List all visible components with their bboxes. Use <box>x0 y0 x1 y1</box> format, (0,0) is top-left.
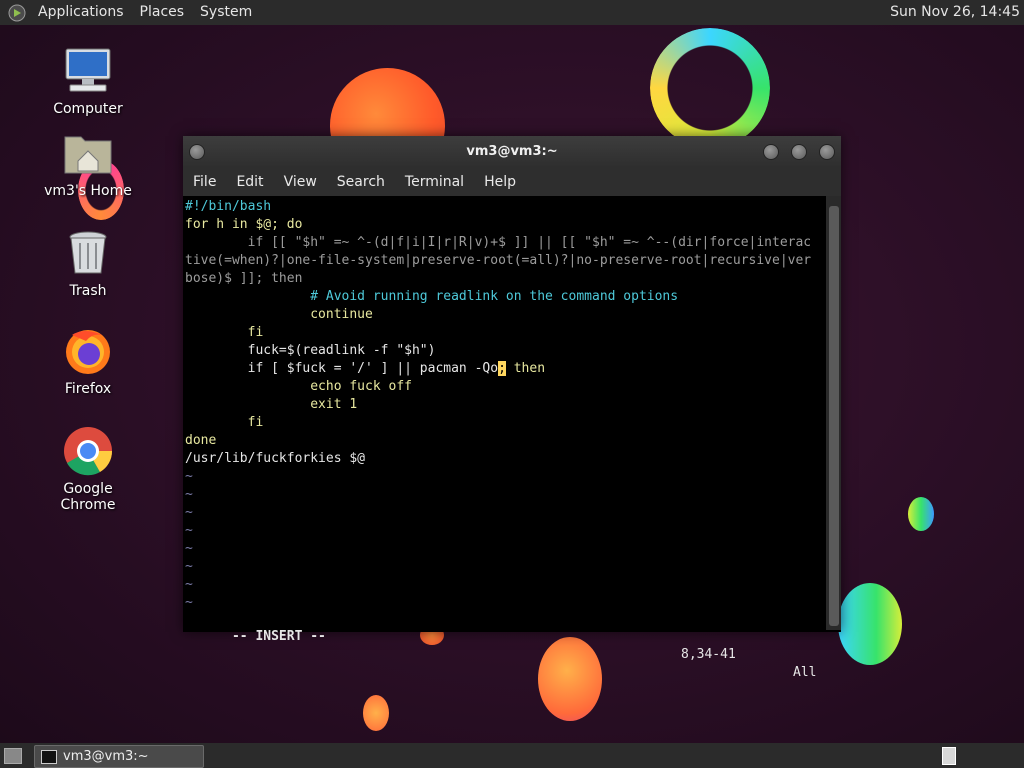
empty-line-marker: ~ <box>185 469 193 484</box>
applications-menu[interactable]: Applications <box>30 0 132 25</box>
desktop-icon-firefox[interactable]: Firefox <box>38 325 138 397</box>
menu-view[interactable]: View <box>274 174 327 190</box>
terminal-scrollbar[interactable] <box>826 196 841 630</box>
empty-line-marker: ~ <box>185 577 193 592</box>
chrome-icon <box>62 425 114 477</box>
green-dot <box>908 497 934 531</box>
vim-statusline: -- INSERT -- 8,34-41 All <box>185 610 825 700</box>
code-line: for h in $@; do <box>185 217 303 232</box>
bottom-panel: vm3@vm3:~ <box>0 743 1024 768</box>
system-menu[interactable]: System <box>192 0 260 25</box>
menu-edit[interactable]: Edit <box>226 174 273 190</box>
code-line: fi <box>185 415 264 430</box>
menu-search[interactable]: Search <box>327 174 395 190</box>
green-blue-blob <box>838 583 902 665</box>
desktop-icon-home[interactable]: vm3's Home <box>38 127 138 199</box>
cursor-position: 8,34-41 <box>681 647 736 662</box>
maximize-icon[interactable] <box>791 144 807 160</box>
scrollbar-thumb[interactable] <box>829 206 839 626</box>
desktop-icon-label: Computer <box>53 101 123 117</box>
code-line: bose)$ ]]; then <box>185 271 303 286</box>
minimize-icon[interactable] <box>763 144 779 160</box>
orange-small <box>363 695 389 731</box>
desktop-icon-label: vm3's Home <box>44 183 132 199</box>
code-line: fuck=$(readlink -f "$h") <box>185 343 436 358</box>
code-line-tail: then <box>505 361 546 376</box>
rainbow-ring <box>650 28 770 148</box>
show-desktop-icon[interactable] <box>4 748 22 764</box>
mode-indicator: -- INSERT -- <box>231 629 326 644</box>
code-line: exit 1 <box>185 397 358 412</box>
code-line: if [[ "$h" =~ ^-(d|f|i|I|r|R|v)+$ ]] || … <box>185 235 812 250</box>
menu-terminal[interactable]: Terminal <box>395 174 474 190</box>
desktop-icon-label: Trash <box>69 283 107 299</box>
code-line: /usr/lib/fuckforkies $@ <box>185 451 366 466</box>
code-line: echo fuck off <box>185 379 412 394</box>
clock[interactable]: Sun Nov 26, 14:45 <box>890 0 1020 25</box>
computer-icon <box>62 45 114 97</box>
code-line: done <box>185 433 217 448</box>
close-icon[interactable] <box>819 144 835 160</box>
desktop-icon-label: Firefox <box>64 381 112 397</box>
empty-line-marker: ~ <box>185 505 193 520</box>
code-line-with-cursor: if [ $fuck = '/' ] || pacman -Qo; then <box>185 360 545 378</box>
empty-line-marker: ~ <box>185 487 193 502</box>
code-line: fi <box>185 325 264 340</box>
terminal-icon <box>41 749 57 764</box>
taskbar-window-button[interactable]: vm3@vm3:~ <box>34 745 204 768</box>
desktop-icon-computer[interactable]: Computer <box>38 45 138 117</box>
places-menu[interactable]: Places <box>132 0 193 25</box>
empty-line-marker: ~ <box>185 559 193 574</box>
window-titlebar[interactable]: vm3@vm3:~ <box>183 136 841 168</box>
empty-line-marker: ~ <box>185 541 193 556</box>
menu-help[interactable]: Help <box>474 174 526 190</box>
desktop-icon-label: Google Chrome <box>60 481 116 513</box>
firefox-icon <box>62 325 114 377</box>
menu-file[interactable]: File <box>183 174 226 190</box>
scroll-position: All <box>793 665 817 680</box>
home-folder-icon <box>62 127 114 179</box>
code-line: continue <box>185 307 373 322</box>
desktop-icon-chrome[interactable]: Google Chrome <box>38 425 138 513</box>
code-line: #!/bin/bash <box>185 199 272 214</box>
text-cursor: ; <box>498 361 506 376</box>
desktop-icon-trash[interactable]: Trash <box>38 227 138 299</box>
terminal-window[interactable]: vm3@vm3:~ File Edit View Search Terminal… <box>183 136 841 680</box>
terminal-content[interactable]: #!/bin/bash for h in $@; do if [[ "$h" =… <box>183 196 826 680</box>
taskbar-window-label: vm3@vm3:~ <box>63 749 149 764</box>
code-line: tive(=when)?|one-file-system|preserve-ro… <box>185 253 812 268</box>
gnome-foot-icon[interactable] <box>8 4 26 22</box>
empty-line-marker: ~ <box>185 523 193 538</box>
trash-icon <box>62 227 114 279</box>
workspace-switcher-icon[interactable] <box>942 747 956 765</box>
code-line: # Avoid running readlink on the command … <box>185 289 679 304</box>
top-panel: Applications Places System Sun Nov 26, 1… <box>0 0 1024 25</box>
terminal-menubar: File Edit View Search Terminal Help <box>183 168 841 196</box>
code-line-text: if [ $fuck = '/' ] || pacman -Qo <box>185 361 499 376</box>
window-title: vm3@vm3:~ <box>466 144 558 159</box>
window-menu-icon[interactable] <box>189 144 205 160</box>
